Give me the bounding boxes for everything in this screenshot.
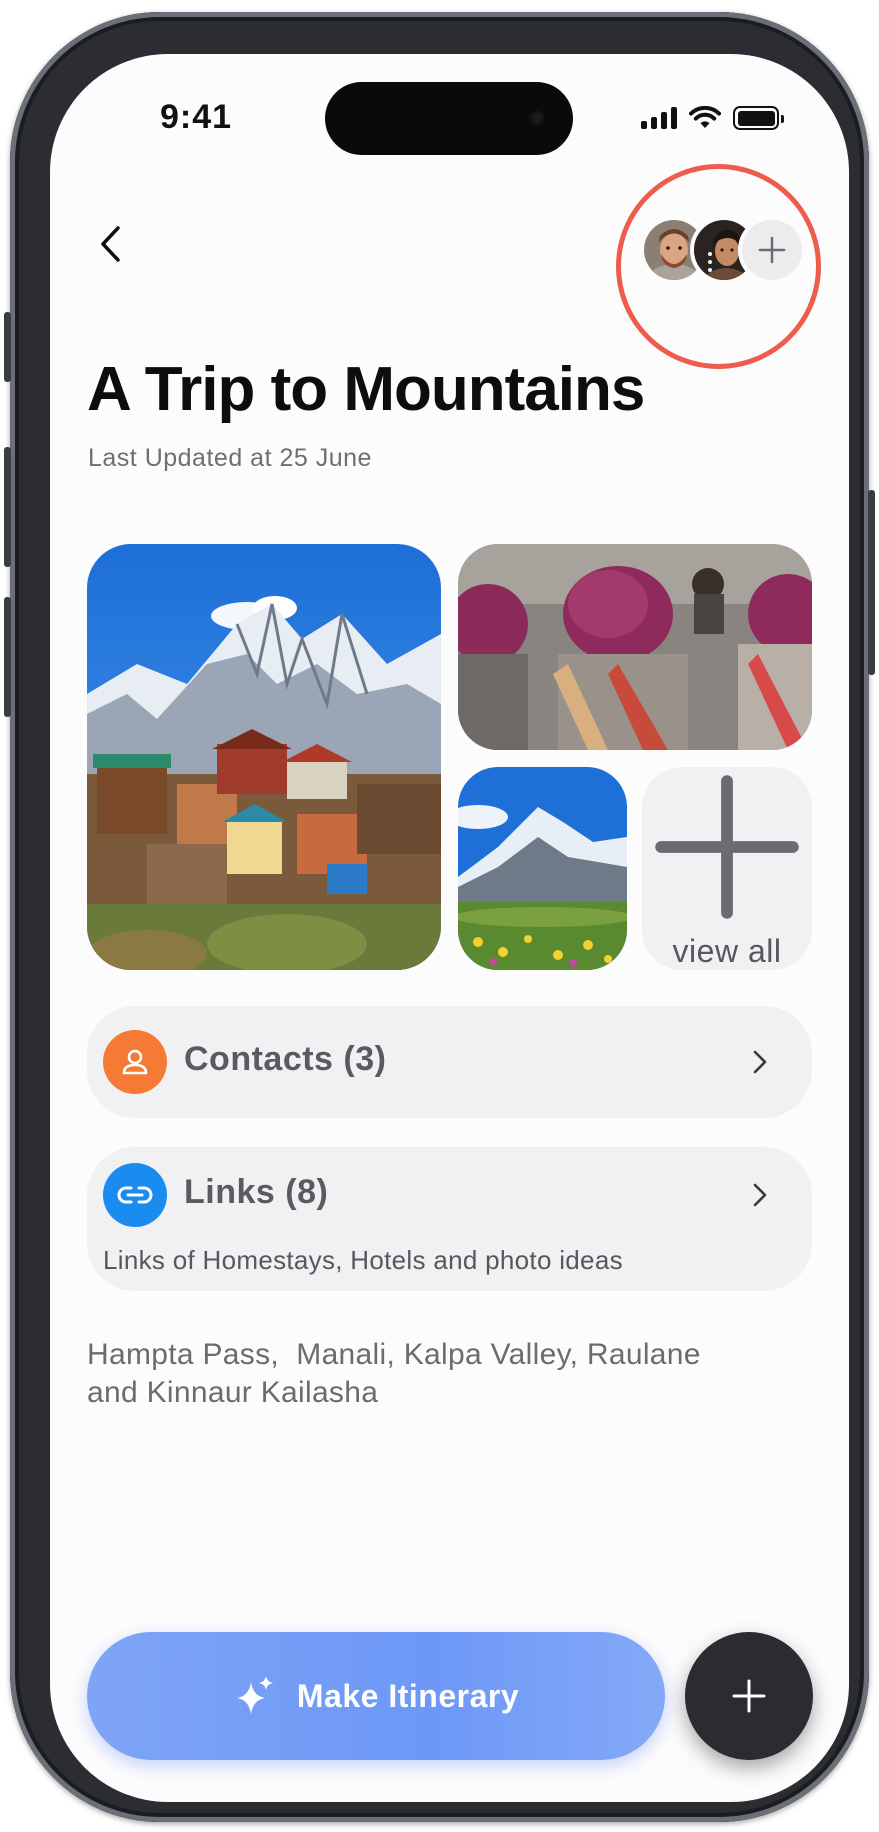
make-itinerary-label: Make Itinerary xyxy=(296,1677,520,1714)
status-time: 9:41 xyxy=(160,98,233,136)
add-fab-button[interactable] xyxy=(685,1632,813,1760)
dynamic-island xyxy=(325,82,573,155)
page-title: A Trip to Mountains xyxy=(87,355,645,424)
turban-people-photo[interactable] xyxy=(458,544,812,750)
link-icon xyxy=(103,1163,167,1227)
volume-down-button xyxy=(4,597,11,717)
alpine-meadow-image xyxy=(458,767,627,970)
action-button xyxy=(4,312,11,382)
wifi-icon xyxy=(689,106,721,128)
highlight-circle xyxy=(616,164,821,369)
volume-up-button xyxy=(4,447,11,567)
plus-icon xyxy=(732,1679,766,1713)
chevron-right-icon xyxy=(753,1050,767,1074)
contacts-card[interactable]: Contacts (3) xyxy=(87,1006,812,1118)
chevron-right-icon xyxy=(753,1183,767,1207)
back-button[interactable] xyxy=(85,214,135,274)
view-all-photos-button[interactable]: view all xyxy=(642,767,812,970)
cellular-signal-icon xyxy=(641,107,677,129)
phone-frame: 9:41 A Trip to Mountains Last Updated at… xyxy=(4,12,875,1822)
places-text: Hampta Pass, Manali, Kalpa Valley, Raula… xyxy=(87,1338,701,1409)
links-card[interactable]: Links (8) Links of Homestays, Hotels and… xyxy=(87,1147,812,1291)
mountain-village-image xyxy=(87,544,441,970)
battery-icon xyxy=(733,106,784,130)
person-icon xyxy=(103,1030,167,1094)
contacts-label: Contacts (3) xyxy=(184,1040,387,1078)
camera-icon xyxy=(529,110,545,126)
links-description: Links of Homestays, Hotels and photo ide… xyxy=(103,1245,623,1275)
mountain-village-photo[interactable] xyxy=(87,544,441,970)
power-button xyxy=(868,490,875,675)
make-itinerary-button[interactable]: Make Itinerary xyxy=(87,1632,665,1760)
links-label: Links (8) xyxy=(184,1173,329,1211)
alpine-meadow-photo[interactable] xyxy=(458,767,627,970)
status-icons xyxy=(641,106,784,130)
sparkles-icon xyxy=(236,1676,273,1714)
plus-icon xyxy=(655,775,799,919)
turban-people-image xyxy=(458,544,812,750)
chevron-left-icon xyxy=(101,226,120,262)
last-updated-text: Last Updated at 25 June xyxy=(88,444,372,472)
app-screen: 9:41 A Trip to Mountains Last Updated at… xyxy=(50,54,849,1802)
view-all-label: view all xyxy=(672,933,782,969)
